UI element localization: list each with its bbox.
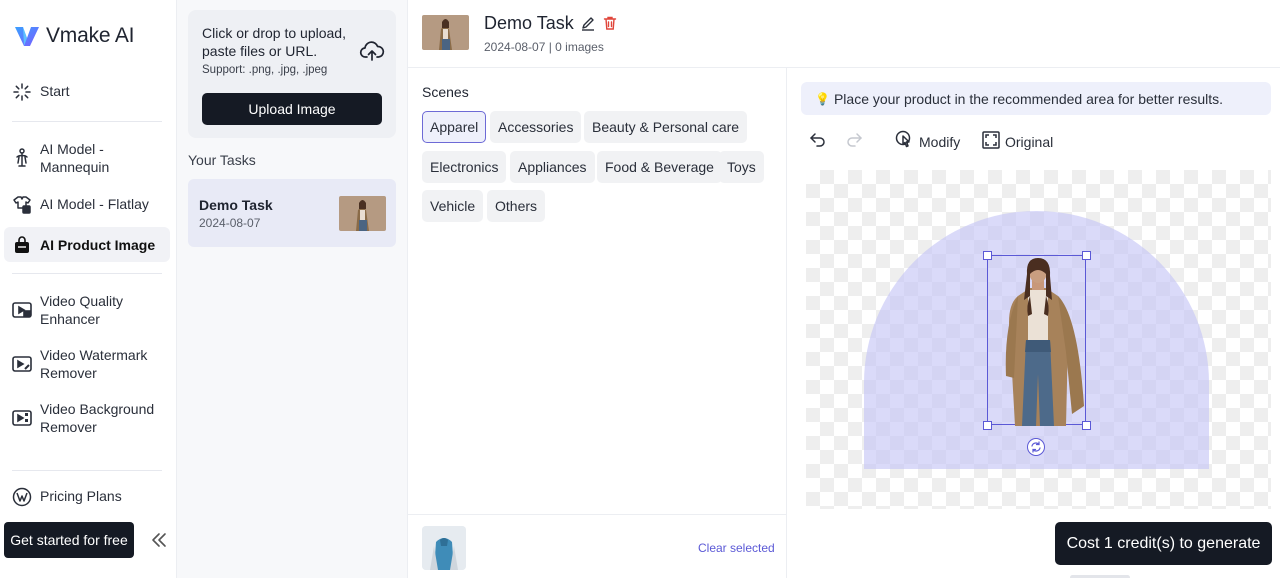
sidebar-item-ai-model-mannequin[interactable]: AI Model - Mannequin [4,140,170,176]
scene-chip-accessories[interactable]: Accessories [490,111,582,143]
page-title: Demo Task [484,13,574,33]
scene-chip-vehicle[interactable]: Vehicle [422,190,484,222]
redo-button[interactable] [845,130,863,151]
mannequin-icon [12,148,32,168]
task-meta: 2024-08-07 | 0 images [484,40,604,54]
scene-chip-beauty[interactable]: Beauty & Personal care [584,111,748,143]
tasks-panel: Click or drop to upload, paste files or … [177,0,408,578]
fullscreen-icon [981,130,1001,153]
task-name: Demo Task [199,197,273,213]
tip-text: Place your product in the recommended ar… [833,90,1224,107]
sidebar-item-video-watermark-remover[interactable]: Video Watermark Remover [4,346,170,382]
shopping-bag-icon [12,235,32,255]
selected-scene-thumbnail[interactable] [422,526,466,570]
canvas-panel: 💡 Place your product in the recommended … [787,68,1280,578]
upload-dropzone[interactable]: Click or drop to upload, paste files or … [188,10,396,138]
placement-tip: 💡 Place your product in the recommended … [801,82,1271,115]
sidebar-item-label: AI Model - Flatlay [40,196,149,212]
modify-label: Modify [919,133,961,150]
sidebar-item-video-quality-enhancer[interactable]: Video Quality Enhancer [4,292,170,328]
sidebar-item-ai-model-flatlay[interactable]: AI Model - Flatlay [4,195,170,215]
sidebar-item-start[interactable]: Start [4,82,170,102]
vmake-logo-icon [15,27,39,46]
sidebar-item-label: Video Watermark Remover [40,347,148,381]
sidebar-item-label: AI Product Image [40,236,156,253]
pricing-icon [12,487,32,507]
resize-handle[interactable] [1082,251,1091,260]
sidebar-item-label: Video Background Remover [40,401,155,435]
video-eraser-icon [12,354,32,374]
lightbulb-icon: 💡 [815,91,830,106]
undo-button[interactable] [809,130,827,151]
flatlay-icon [12,195,32,215]
sidebar-item-label: Video Quality Enhancer [40,293,124,327]
scene-chip-appliances[interactable]: Appliances [510,151,595,183]
scenes-heading: Scenes [422,84,469,100]
redo-icon [845,130,863,151]
sidebar-item-pricing-plans[interactable]: Pricing Plans [4,487,170,507]
original-button[interactable]: Original [981,130,1053,153]
collapse-sidebar-icon[interactable] [150,531,168,549]
sidebar-item-label: Start [40,83,70,99]
app-logo[interactable]: Vmake AI [14,24,134,48]
task-thumbnail [339,196,386,231]
sidebar-item-ai-product-image[interactable]: AI Product Image [4,227,170,262]
rotate-icon[interactable] [1027,438,1045,456]
resize-handle[interactable] [983,251,992,260]
sidebar-divider [12,121,162,122]
selection-footer: Clear selected [408,514,786,578]
resize-handle[interactable] [1082,421,1091,430]
sidebar-item-label: AI Model - Mannequin [40,141,110,175]
modify-button[interactable]: Modify [895,130,960,153]
video-bg-icon [12,408,32,428]
sidebar-divider [12,273,162,274]
sidebar-divider [12,470,162,471]
upload-image-button[interactable]: Upload Image [202,93,382,125]
scene-chip-toys[interactable]: Toys [719,151,764,183]
scene-chip-food-beverage[interactable]: Food & Beverage [597,151,722,183]
delete-icon[interactable] [602,15,618,31]
sidebar: Vmake AI Start AI Model - Mannequin AI M… [0,0,177,578]
upload-support-text: Support: .png, .jpg, .jpeg [202,64,328,76]
your-tasks-heading: Your Tasks [188,152,256,168]
undo-icon [809,130,827,151]
scene-chip-others[interactable]: Others [487,190,546,222]
sidebar-item-video-background-remover[interactable]: Video Background Remover [4,400,170,436]
upload-title: Click or drop to upload, paste files or … [202,25,346,59]
sidebar-item-label: Pricing Plans [40,488,122,504]
original-label: Original [1005,133,1054,150]
scene-chip-electronics[interactable]: Electronics [422,151,507,183]
edit-icon[interactable] [580,15,596,31]
cloud-upload-icon[interactable] [359,38,385,64]
task-header: Demo Task 2024-08-07 | 0 images [408,0,1280,68]
scene-chip-apparel[interactable]: Apparel [422,111,487,143]
task-date: 2024-08-07 [199,216,261,230]
app-name: Vmake AI [46,24,135,47]
get-started-button[interactable]: Get started for free [4,522,134,558]
task-header-thumbnail [422,15,469,50]
scenes-panel: Scenes Apparel Accessories Beauty & Pers… [408,68,787,578]
task-card[interactable]: Demo Task 2024-08-07 [188,179,396,247]
touch-modify-icon [895,130,915,153]
resize-handle[interactable] [983,421,992,430]
clear-selected-link[interactable]: Clear selected [698,541,775,555]
video-hd-icon [12,300,32,320]
edit-canvas[interactable] [806,170,1271,509]
generate-button[interactable]: Cost 1 credit(s) to generate [1055,522,1272,565]
product-image[interactable] [983,251,1091,430]
sparkle-icon [12,82,32,102]
